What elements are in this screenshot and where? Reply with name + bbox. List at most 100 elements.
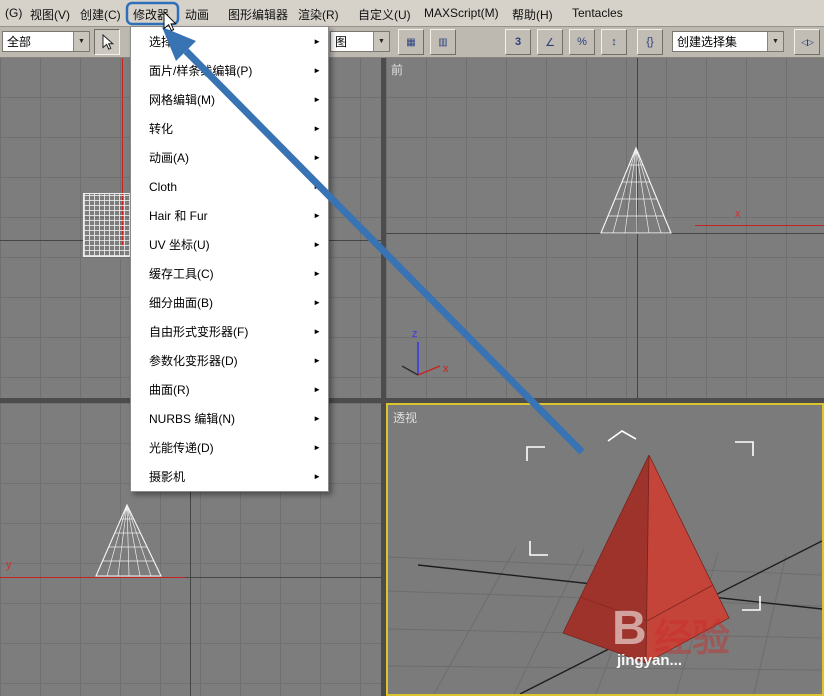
submenu-arrow-icon: ►: [313, 327, 321, 336]
select-cursor-icon: [102, 33, 114, 50]
window-crossing-button[interactable]: ▥: [430, 29, 456, 55]
watermark-ghost-letter: B: [612, 602, 647, 655]
region-select-button[interactable]: ▦: [398, 29, 424, 55]
main-toolbar: 全部 ▼ 图 ▼ ▦ ▥ 3 ∠ % ↕ {} 创建选择集 ▼ ◁▷: [0, 27, 824, 58]
perspective-canvas: [388, 430, 822, 694]
view-dropdown[interactable]: 图 ▼: [330, 31, 390, 52]
menu-item-cache-tools[interactable]: 缓存工具(C) ►: [131, 259, 328, 288]
menubar-item-help[interactable]: 帮助(H): [512, 6, 553, 23]
dropdown-arrow-icon[interactable]: ▼: [373, 32, 389, 51]
x-axis-label: x: [735, 208, 741, 220]
submenu-arrow-icon: ►: [313, 95, 321, 104]
menu-item-label: 转化: [149, 122, 174, 136]
menu-item-cameras[interactable]: 摄影机 ►: [131, 462, 328, 491]
mirror-icon: ◁▷: [801, 36, 814, 47]
menu-item-label: 摄影机: [149, 470, 186, 484]
viewport-front-label[interactable]: 前: [391, 61, 403, 78]
mirror-button[interactable]: ◁▷: [794, 29, 820, 55]
menubar-item-graph-editors[interactable]: 图形编辑器: [228, 6, 288, 23]
selection-filter-value: 全部: [7, 35, 32, 49]
angle-snap-button[interactable]: ∠: [537, 29, 563, 55]
menu-item-parametric-deformers[interactable]: 参数化变形器(D) ►: [131, 346, 328, 375]
menu-item-surface[interactable]: 曲面(R) ►: [131, 375, 328, 404]
menu-item-uv-coordinates[interactable]: UV 坐标(U) ►: [131, 230, 328, 259]
menu-item-label: 网格编辑(M): [149, 93, 215, 107]
submenu-arrow-icon: ►: [313, 124, 321, 133]
menu-item-label: 动画(A): [149, 151, 189, 165]
menu-item-animation[interactable]: 动画(A) ►: [131, 143, 328, 172]
menubar-item-group[interactable]: (G): [5, 6, 22, 20]
tripod-x-label: x: [443, 363, 449, 375]
menubar-item-customize[interactable]: 自定义(U): [358, 6, 411, 23]
watermark-text: jingyan...: [617, 652, 683, 669]
menubar-item-maxscript[interactable]: MAXScript(M): [424, 6, 499, 20]
menubar-item-rendering[interactable]: 渲染(R): [298, 6, 339, 23]
edit-named-selection-sets-button[interactable]: {}: [637, 29, 663, 55]
submenu-arrow-icon: ►: [313, 472, 321, 481]
3ds-max-window: (G) 视图(V) 创建(C) 修改器 动画 图形编辑器 渲染(R) 自定义(U…: [0, 0, 824, 696]
snap-3d-icon: 3: [514, 36, 522, 48]
menu-item-hair-and-fur[interactable]: Hair 和 Fur ►: [131, 201, 328, 230]
menubar-item-views[interactable]: 视图(V): [30, 6, 70, 23]
viewport-front[interactable]: 前 x z x: [386, 57, 824, 398]
dropdown-arrow-icon[interactable]: ▼: [73, 32, 89, 51]
menu-item-cloth[interactable]: Cloth ►: [131, 172, 328, 201]
window-crossing-icon: ▥: [438, 36, 448, 48]
menu-item-label: 光能传递(D): [149, 441, 214, 455]
menubar-item-modifiers[interactable]: 修改器: [133, 6, 169, 23]
menu-item-label: 自由形式变形器(F): [149, 325, 249, 339]
submenu-arrow-icon: ►: [313, 385, 321, 394]
pyramid-wireframe-front[interactable]: [591, 146, 681, 234]
select-object-button[interactable]: [94, 29, 120, 55]
menu-item-label: 参数化变形器(D): [149, 354, 238, 368]
submenu-arrow-icon: ►: [313, 414, 321, 423]
menu-item-label: 缓存工具(C): [149, 267, 214, 281]
front-view-canvas: z x: [401, 146, 681, 376]
menu-item-free-form-deformers[interactable]: 自由形式变形器(F) ►: [131, 317, 328, 346]
submenu-arrow-icon: ►: [313, 66, 321, 75]
region-select-icon: ▦: [406, 36, 416, 48]
view-dropdown-value: 图: [335, 35, 348, 49]
submenu-arrow-icon: ►: [313, 153, 321, 162]
selection-filter-dropdown[interactable]: 全部 ▼: [2, 31, 90, 52]
named-selection-value: 创建选择集: [677, 35, 738, 49]
submenu-arrow-icon: ►: [313, 443, 321, 452]
percent-snap-button[interactable]: %: [569, 29, 595, 55]
menu-item-mesh-editing[interactable]: 网格编辑(M) ►: [131, 85, 328, 114]
menu-item-radiosity[interactable]: 光能传递(D) ►: [131, 433, 328, 462]
spinner-snap-button[interactable]: ↕: [601, 29, 627, 55]
submenu-arrow-icon: ►: [313, 37, 321, 46]
menu-item-label: Hair 和 Fur: [149, 209, 208, 223]
dropdown-arrow-icon[interactable]: ▼: [767, 32, 783, 51]
menu-item-label: 细分曲面(B): [149, 296, 213, 310]
submenu-arrow-icon: ►: [313, 269, 321, 278]
menu-item-selection[interactable]: 选择(S) ►: [131, 27, 328, 56]
modifiers-menu: 选择(S) ► 面片/样条线编辑(P) ► 网格编辑(M) ► 转化 ► 动画(…: [130, 26, 329, 492]
pyramid-wireframe-left[interactable]: [88, 503, 168, 577]
menubar: (G) 视图(V) 创建(C) 修改器 动画 图形编辑器 渲染(R) 自定义(U…: [0, 0, 824, 27]
menu-item-nurbs-editing[interactable]: NURBS 编辑(N) ►: [131, 404, 328, 433]
submenu-arrow-icon: ►: [313, 298, 321, 307]
menu-item-label: UV 坐标(U): [149, 238, 210, 252]
menubar-item-tentacles[interactable]: Tentacles: [572, 6, 623, 20]
percent-snap-icon: %: [577, 36, 587, 48]
menu-item-label: 选择(S): [149, 35, 189, 49]
menubar-item-create[interactable]: 创建(C): [80, 6, 121, 23]
menubar-item-animation[interactable]: 动画: [185, 6, 209, 23]
menu-item-label: NURBS 编辑(N): [149, 412, 235, 426]
y-axis-label: y: [6, 559, 12, 571]
menu-item-label: Cloth: [149, 179, 178, 194]
axis-tripod: z x: [401, 328, 449, 376]
menu-item-patch-spline-editing[interactable]: 面片/样条线编辑(P) ►: [131, 56, 328, 85]
named-sets-icon: {}: [646, 36, 654, 48]
menu-item-conversion[interactable]: 转化 ►: [131, 114, 328, 143]
viewport-perspective-label[interactable]: 透视: [393, 409, 417, 426]
angle-snap-icon: ∠: [545, 36, 555, 49]
named-selection-combobox[interactable]: 创建选择集 ▼: [672, 31, 784, 52]
spinner-snap-icon: ↕: [611, 36, 617, 48]
menu-item-subdivision-surfaces[interactable]: 细分曲面(B) ►: [131, 288, 328, 317]
snap-toggle-3d-button[interactable]: 3: [505, 29, 531, 55]
menu-item-label: 曲面(R): [149, 383, 190, 397]
submenu-arrow-icon: ►: [313, 211, 321, 220]
viewport-perspective[interactable]: 透视 B 经验 jingyan...: [386, 403, 824, 696]
